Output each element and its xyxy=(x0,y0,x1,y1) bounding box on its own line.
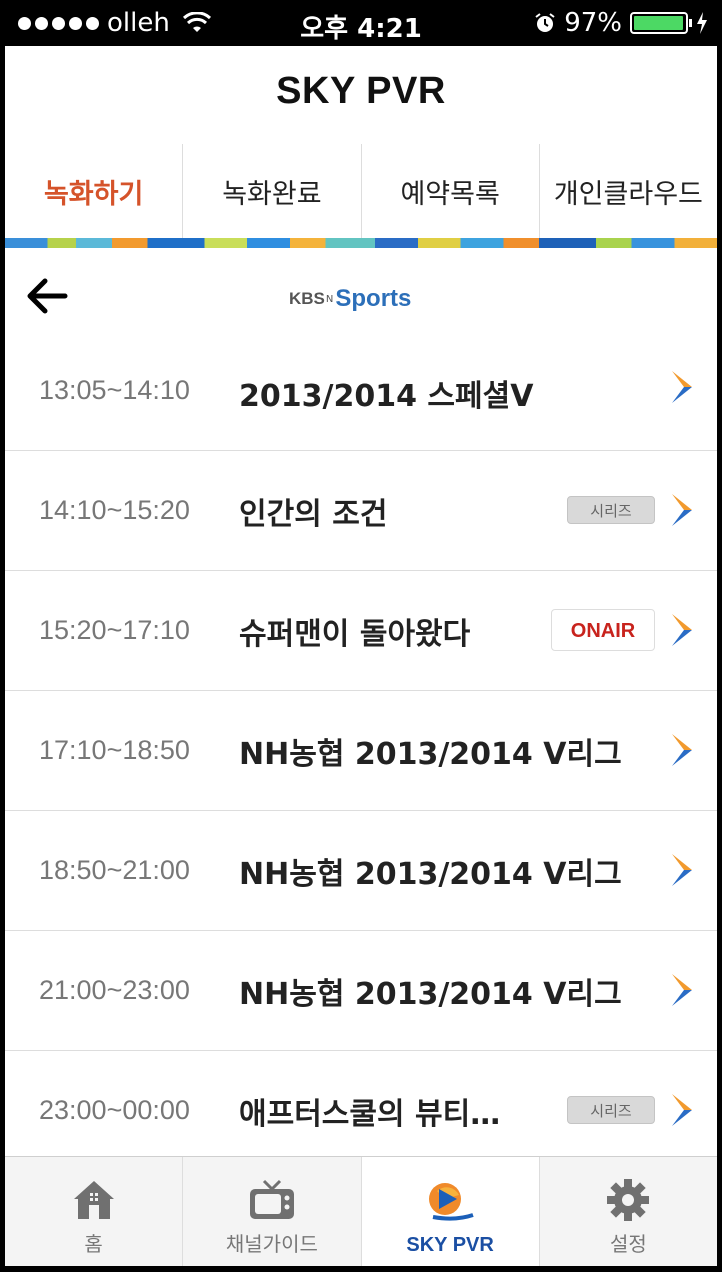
program-time: 14:10~15:20 xyxy=(39,495,190,525)
bottom-tab-bar: 홈 채널가이드 SKY PVR 설정 xyxy=(5,1156,717,1266)
program-title: 애프터스쿨의 뷰티… xyxy=(239,1097,501,1132)
list-item[interactable]: 15:20~17:10 슈퍼맨이 돌아왔다 ONAIR xyxy=(5,571,717,691)
home-icon xyxy=(73,1181,114,1219)
list-item[interactable]: 17:10~18:50 NH농협 2013/2014 V리그 xyxy=(5,691,717,811)
logo-kbs-text: KBS xyxy=(289,289,325,308)
bottom-tab-label: SKY PVR xyxy=(406,1234,494,1256)
battery-icon xyxy=(630,12,692,34)
list-item[interactable]: 18:50~21:00 NH농협 2013/2014 V리그 xyxy=(5,811,717,931)
alarm-icon xyxy=(535,13,555,32)
logo-sports-text: Sports xyxy=(335,285,412,312)
program-time: 13:05~14:10 xyxy=(39,375,190,405)
chevron-right-icon[interactable] xyxy=(669,369,695,405)
list-item[interactable]: 14:10~15:20 인간의 조건 시리즈 xyxy=(5,451,717,571)
tab-personal-cloud[interactable]: 개인클라우드 xyxy=(540,144,717,238)
battery-percent: 97% xyxy=(564,8,622,38)
onair-badge: ONAIR xyxy=(551,609,655,651)
program-title: NH농협 2013/2014 V리그 xyxy=(239,857,622,892)
bottom-tab-settings[interactable]: 설정 xyxy=(540,1157,717,1266)
status-bar: olleh 오후 4:21 97% xyxy=(0,0,722,46)
program-title: 슈퍼맨이 돌아왔다 xyxy=(239,617,471,652)
chevron-right-icon[interactable] xyxy=(669,492,695,528)
bottom-tab-label: 설정 xyxy=(609,1232,647,1256)
chevron-right-icon[interactable] xyxy=(669,1092,695,1128)
program-time: 17:10~18:50 xyxy=(39,735,190,765)
pvr-logo-icon xyxy=(429,1183,474,1221)
tab-record[interactable]: 녹화하기 xyxy=(5,144,184,238)
program-time: 18:50~21:00 xyxy=(39,855,190,885)
gear-icon xyxy=(607,1179,650,1221)
decorative-stripe xyxy=(5,238,717,248)
program-title: NH농협 2013/2014 V리그 xyxy=(239,737,622,772)
bottom-tab-label: 채널가이드 xyxy=(225,1232,318,1256)
program-title: NH농협 2013/2014 V리그 xyxy=(239,977,622,1012)
list-item[interactable]: 23:00~00:00 애프터스쿨의 뷰티… 시리즈 xyxy=(5,1051,717,1156)
status-right: 97% xyxy=(534,8,708,38)
app-header: SKY PVR xyxy=(5,46,717,145)
tab-recorded[interactable]: 녹화완료 xyxy=(183,144,362,238)
program-time: 15:20~17:10 xyxy=(39,615,190,645)
program-title: 2013/2014 스페셜V xyxy=(239,379,534,414)
series-badge: 시리즈 xyxy=(567,1096,655,1124)
chevron-right-icon[interactable] xyxy=(669,972,695,1008)
program-title: 인간의 조건 xyxy=(239,497,388,532)
bottom-tab-sky-pvr[interactable]: SKY PVR xyxy=(361,1157,540,1266)
phone-frame: olleh 오후 4:21 97% SKY PVR 녹화하기 녹화완료 예약목록… xyxy=(0,0,722,1272)
channel-logo: KBS N Sports xyxy=(289,284,411,314)
program-time: 23:00~00:00 xyxy=(39,1095,190,1125)
chevron-right-icon[interactable] xyxy=(669,852,695,888)
tab-reservations[interactable]: 예약목록 xyxy=(362,144,540,238)
charging-icon xyxy=(697,12,707,34)
series-badge: 시리즈 xyxy=(567,496,655,524)
tv-icon xyxy=(249,1179,294,1219)
app-screen: SKY PVR 녹화하기 녹화완료 예약목록 개인클라우드 KBS N Spor… xyxy=(5,46,717,1266)
program-time: 21:00~23:00 xyxy=(39,975,190,1005)
list-item[interactable]: 13:05~14:10 2013/2014 스페셜V xyxy=(5,346,717,451)
channel-bar: KBS N Sports xyxy=(5,248,717,347)
back-arrow-icon[interactable] xyxy=(25,276,69,316)
top-tabs: 녹화하기 녹화완료 예약목록 개인클라우드 xyxy=(5,144,717,238)
chevron-right-icon[interactable] xyxy=(669,732,695,768)
bottom-tab-home[interactable]: 홈 xyxy=(5,1157,184,1266)
chevron-right-icon[interactable] xyxy=(669,612,695,648)
bottom-tab-channel-guide[interactable]: 채널가이드 xyxy=(183,1157,362,1266)
app-title: SKY PVR xyxy=(276,70,446,112)
list-item[interactable]: 21:00~23:00 NH농협 2013/2014 V리그 xyxy=(5,931,717,1051)
program-list: 13:05~14:10 2013/2014 스페셜V 14:10~15:20 인… xyxy=(5,346,717,1156)
bottom-tab-label: 홈 xyxy=(84,1232,103,1256)
logo-n-text: N xyxy=(325,293,334,305)
